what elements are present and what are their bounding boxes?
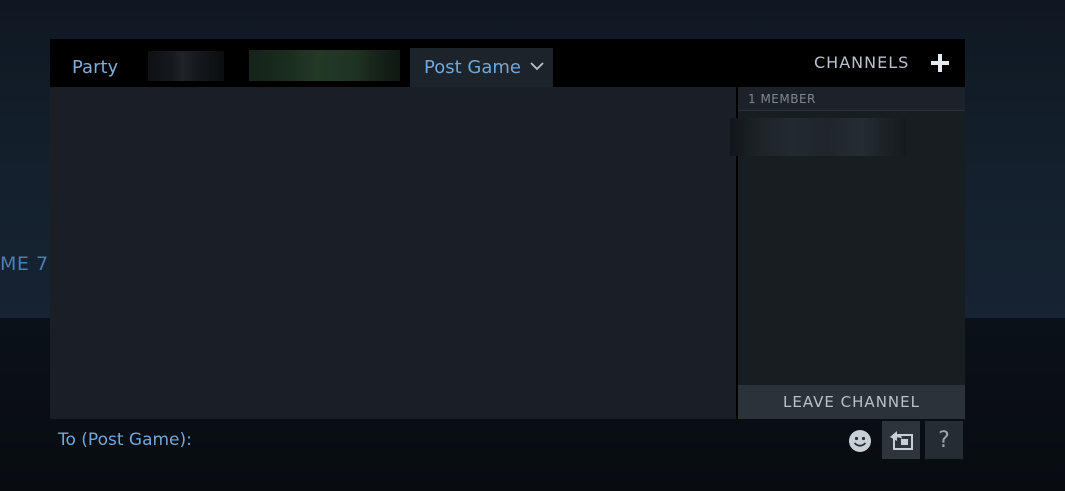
- chat-messages-area[interactable]: [50, 87, 736, 419]
- chevron-down-icon[interactable]: [530, 61, 544, 71]
- share-button[interactable]: [882, 421, 920, 459]
- channels-label[interactable]: CHANNELS: [814, 53, 909, 72]
- chat-window: Party Post Game CHANNELS 1 MEMBER LEAVE …: [50, 39, 965, 419]
- member-count: 1 MEMBER: [748, 92, 816, 106]
- tab-party[interactable]: Party: [72, 48, 118, 87]
- help-button[interactable]: ?: [925, 421, 963, 459]
- member-list-header: 1 MEMBER: [738, 87, 965, 111]
- tab-post-game-label: Post Game: [424, 57, 521, 78]
- tab-redacted-2[interactable]: [249, 50, 400, 81]
- member-list-item[interactable]: [730, 118, 906, 156]
- chat-input[interactable]: [230, 425, 834, 457]
- chat-input-bar: To (Post Game): ?: [50, 419, 965, 461]
- leave-channel-button[interactable]: LEAVE CHANNEL: [738, 385, 965, 419]
- tab-redacted-1[interactable]: [148, 51, 224, 81]
- tab-post-game[interactable]: Post Game: [410, 48, 553, 87]
- background-partial-text: ME 7: [0, 253, 49, 275]
- plus-icon[interactable]: [930, 53, 950, 73]
- recipient-label: To (Post Game):: [58, 430, 192, 450]
- smiley-icon[interactable]: [848, 429, 872, 453]
- member-list-panel: 1 MEMBER LEAVE CHANNEL: [730, 87, 965, 419]
- share-screenshot-icon: [890, 431, 913, 450]
- chat-tab-bar: Party Post Game CHANNELS: [50, 39, 965, 87]
